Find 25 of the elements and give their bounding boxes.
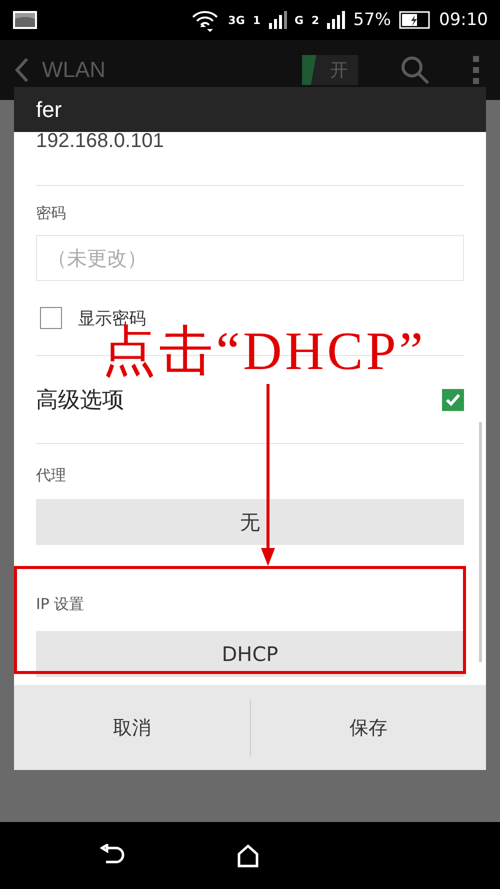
screen-title: WLAN	[42, 57, 106, 83]
ip-settings-dropdown[interactable]: DHCP	[36, 631, 464, 677]
signal-icon	[327, 11, 346, 29]
battery-charging-icon	[399, 11, 431, 29]
battery-percent: 57%	[353, 10, 391, 30]
ip-address: 192.168.0.101	[36, 132, 464, 186]
proxy-dropdown[interactable]: 无	[36, 499, 464, 545]
checkbox[interactable]	[442, 388, 464, 410]
save-button[interactable]: 保存	[250, 685, 486, 770]
home-icon[interactable]	[236, 844, 260, 868]
network-type: G	[294, 14, 304, 26]
network-type: 3G	[228, 14, 245, 26]
clock: 09:10	[439, 10, 488, 30]
option-label: 高级选项	[36, 386, 124, 414]
dialog-title: fer	[14, 87, 486, 132]
field-label: IP 设置	[36, 595, 86, 614]
checkbox[interactable]	[40, 307, 62, 329]
field-label: 代理	[36, 466, 67, 485]
cancel-button[interactable]: 取消	[14, 685, 250, 770]
signal-icon	[268, 11, 287, 29]
password-field[interactable]: （未更改）	[36, 235, 464, 281]
field-label: 密码	[36, 204, 67, 223]
sim-number: 1	[252, 14, 261, 26]
search-icon[interactable]	[400, 55, 430, 85]
sim-number: 2	[312, 14, 320, 26]
